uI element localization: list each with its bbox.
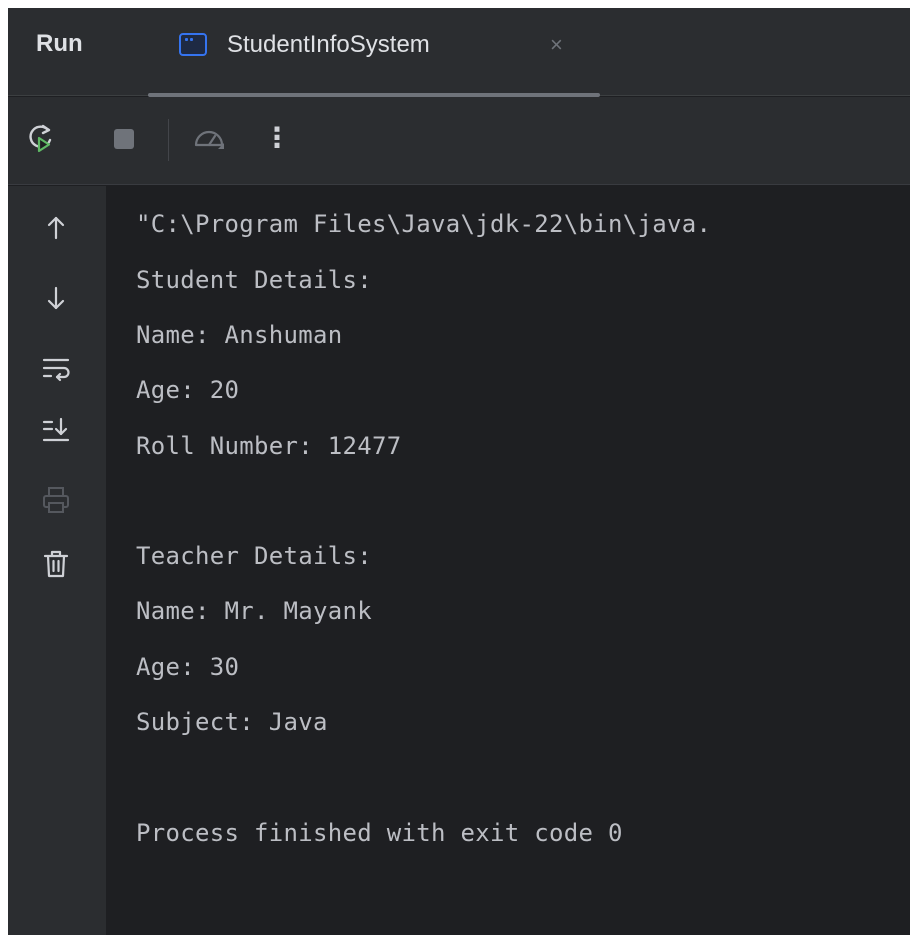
tool-window-title: Run: [36, 30, 83, 57]
arrow-down-icon[interactable]: [38, 280, 74, 316]
run-toolbar: ⋮: [8, 97, 910, 185]
print-icon[interactable]: [38, 482, 74, 518]
run-tool-window: Run StudentInfoSystem × ⋮ "C:\Program Fi…: [8, 8, 910, 935]
console-line: "C:\Program Files\Java\jdk-22\bin\java.: [136, 210, 712, 238]
tab-student-info-system[interactable]: StudentInfoSystem ×: [148, 8, 600, 97]
console-side-toolbar: [8, 186, 106, 935]
scroll-to-end-icon[interactable]: [38, 412, 74, 448]
console-window-icon: [179, 33, 207, 56]
profiler-icon[interactable]: [192, 121, 226, 155]
toolbar-separator: [168, 119, 169, 161]
console-line: Name: Anshuman: [136, 321, 343, 349]
tab-label: StudentInfoSystem: [227, 31, 430, 58]
console-line: Name: Mr. Mayank: [136, 597, 372, 625]
console-line: Teacher Details:: [136, 542, 372, 570]
console-line: Process finished with exit code 0: [136, 819, 623, 847]
stop-icon[interactable]: [108, 121, 142, 155]
trash-icon[interactable]: [38, 546, 74, 582]
more-options-icon[interactable]: ⋮: [260, 121, 294, 155]
run-tool-window-header: Run StudentInfoSystem ×: [8, 8, 910, 97]
console-line: Age: 20: [136, 376, 240, 404]
console-line: Roll Number: 12477: [136, 432, 402, 460]
console-line: Subject: Java: [136, 708, 328, 736]
soft-wrap-icon[interactable]: [38, 350, 74, 386]
rerun-icon[interactable]: [24, 121, 58, 155]
console-line: Student Details:: [136, 266, 372, 294]
console-output[interactable]: "C:\Program Files\Java\jdk-22\bin\java. …: [106, 186, 910, 935]
console-line: Age: 30: [136, 653, 240, 681]
arrow-up-icon[interactable]: [38, 210, 74, 246]
close-tab-icon[interactable]: ×: [550, 32, 563, 58]
